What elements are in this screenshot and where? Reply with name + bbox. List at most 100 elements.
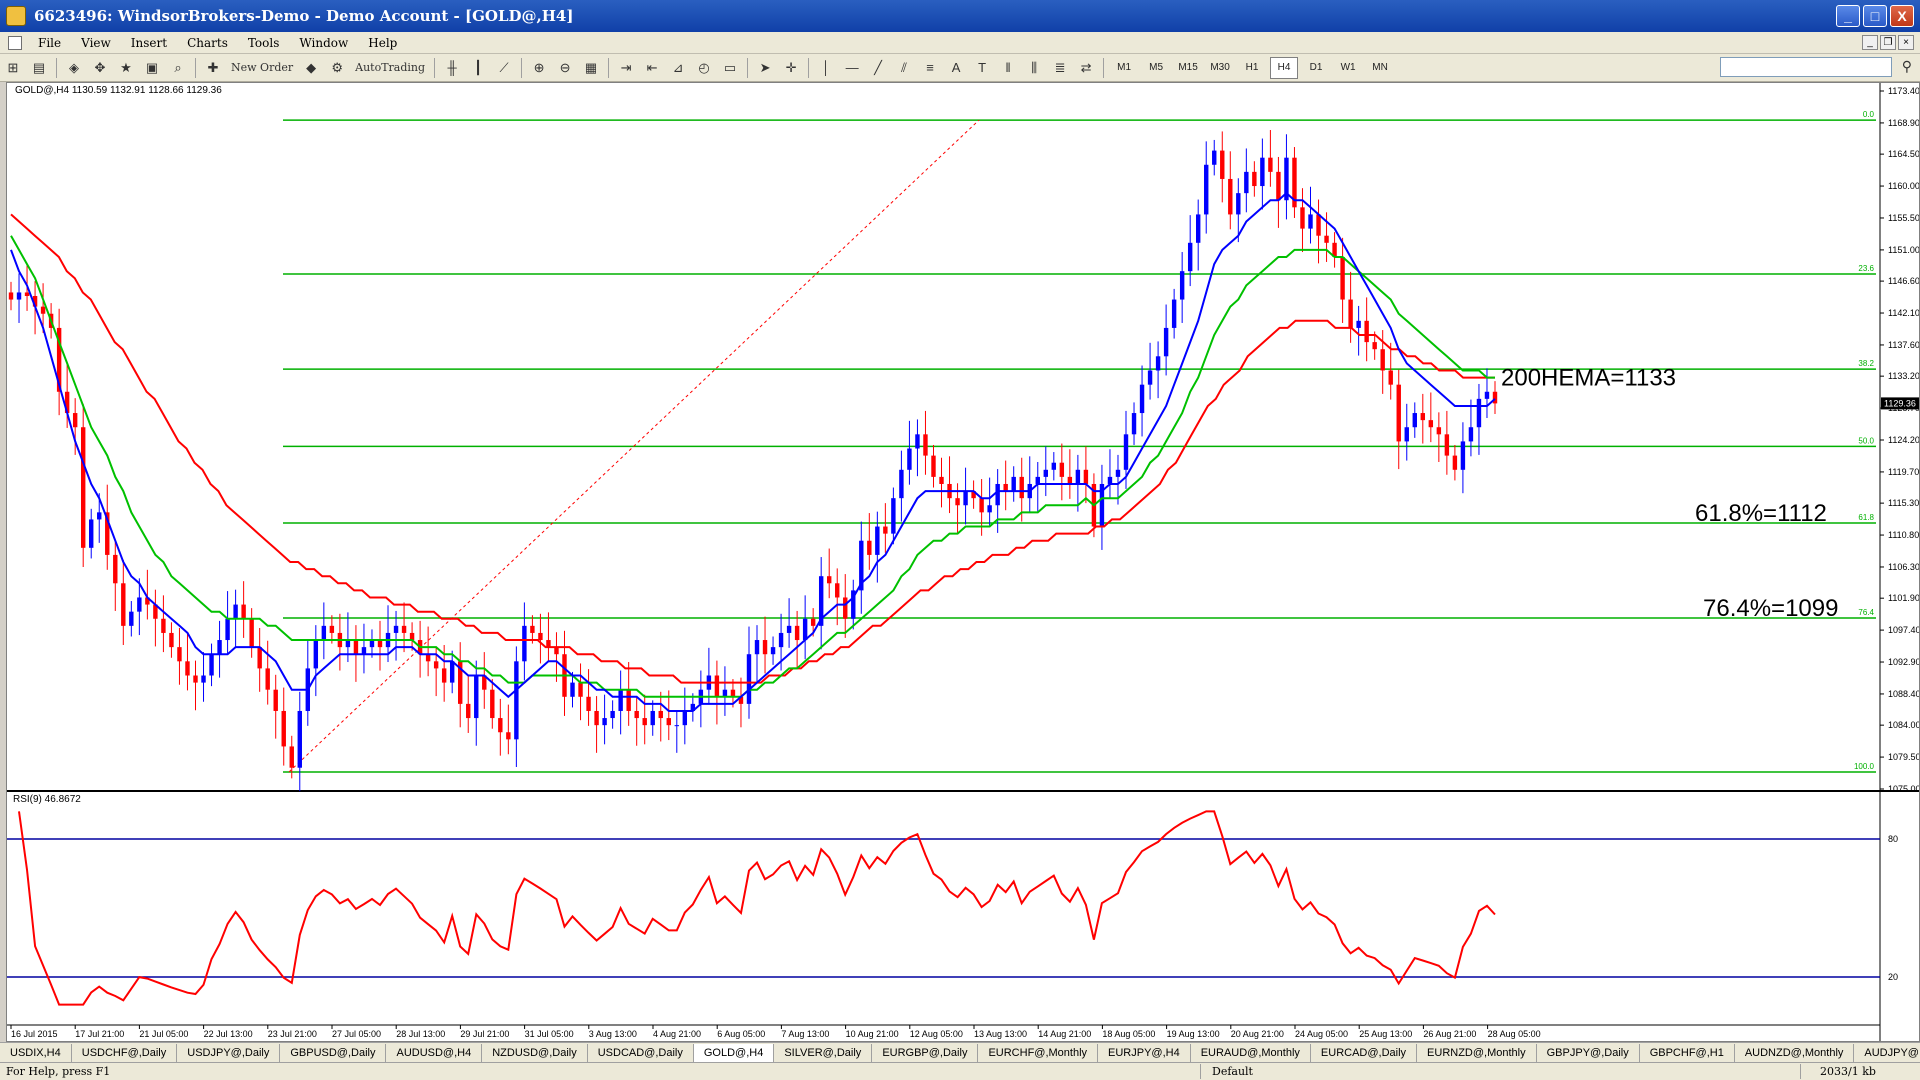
cursor-icon[interactable]: ➤ bbox=[754, 57, 776, 79]
horizontal-line-icon[interactable]: — bbox=[841, 57, 863, 79]
x-tick-label: 23 Jul 21:00 bbox=[268, 1029, 317, 1039]
fib618-annotation: 61.8%=1112 bbox=[1695, 500, 1827, 527]
tf-m15[interactable]: M15 bbox=[1174, 57, 1202, 79]
chart-shift-icon[interactable]: ⇤ bbox=[641, 57, 663, 79]
menu-charts[interactable]: Charts bbox=[177, 36, 238, 50]
chart-tab[interactable]: EURGBP@,Daily bbox=[872, 1043, 979, 1062]
chart-tab[interactable]: EURCHF@,Monthly bbox=[978, 1043, 1099, 1062]
y-tick-label: 1092.90 bbox=[1888, 657, 1919, 667]
market-watch-icon[interactable]: ◈ bbox=[63, 57, 85, 79]
chart-tab[interactable]: EURNZD@,Monthly bbox=[1417, 1043, 1537, 1062]
menu-insert[interactable]: Insert bbox=[121, 36, 177, 50]
profiles-icon[interactable]: ▤ bbox=[28, 57, 50, 79]
maximize-button[interactable]: □ bbox=[1863, 5, 1887, 27]
chart-tab[interactable]: GBPCHF@,H1 bbox=[1640, 1043, 1735, 1062]
chart-tab[interactable]: EURAUD@,Monthly bbox=[1191, 1043, 1311, 1062]
search-input[interactable] bbox=[1720, 57, 1892, 77]
indicators-icon[interactable]: ⊿ bbox=[667, 57, 689, 79]
navigator-icon[interactable]: ✥ bbox=[89, 57, 111, 79]
auto-trading-icon[interactable]: ⚙ bbox=[326, 57, 348, 79]
search-icon[interactable]: ⚲ bbox=[1902, 58, 1912, 75]
tf-d1[interactable]: D1 bbox=[1302, 57, 1330, 79]
text-label-icon[interactable]: T bbox=[971, 57, 993, 79]
auto-trading-button[interactable]: AutoTrading bbox=[352, 57, 428, 79]
chart-tab[interactable]: USDJPY@,Daily bbox=[177, 1043, 281, 1062]
tf-h1[interactable]: H1 bbox=[1238, 57, 1266, 79]
toolbar: ⊞ ▤ ◈ ✥ ★ ▣ ⌕ ✚ New Order ◆ ⚙ AutoTradin… bbox=[0, 54, 1920, 82]
candle-body bbox=[810, 618, 816, 626]
chart-tab[interactable]: GBPJPY@,Daily bbox=[1537, 1043, 1640, 1062]
chart-tab[interactable]: USDIX,H4 bbox=[0, 1043, 72, 1062]
candle-body bbox=[546, 640, 551, 648]
chart-tab[interactable]: GOLD@,H4 bbox=[693, 1043, 775, 1062]
vertical-line-icon[interactable]: │ bbox=[815, 57, 837, 79]
candle-body bbox=[770, 647, 776, 655]
candle-body bbox=[241, 604, 246, 619]
tf-m30[interactable]: M30 bbox=[1206, 57, 1234, 79]
mdi-minimize-button[interactable]: _ bbox=[1862, 35, 1878, 50]
text-icon[interactable]: A bbox=[945, 57, 967, 79]
tf-w1[interactable]: W1 bbox=[1334, 57, 1362, 79]
bar-chart-icon[interactable]: ╫ bbox=[441, 57, 463, 79]
chart-canvas[interactable]: 1173.40 1168.90 1164.50 1160.00 1155.50 1151.… bbox=[7, 83, 1919, 1041]
chart-tab[interactable]: EURJPY@,H4 bbox=[1098, 1043, 1191, 1062]
zoom-out-icon[interactable]: ⊖ bbox=[554, 57, 576, 79]
candle-body bbox=[883, 526, 888, 534]
candle-body bbox=[137, 597, 142, 612]
fibonacci-icon[interactable]: ≡ bbox=[919, 57, 941, 79]
chart-tab[interactable]: GBPUSD@,Daily bbox=[280, 1043, 387, 1062]
candle-body bbox=[554, 647, 559, 655]
menu-view[interactable]: View bbox=[71, 36, 121, 50]
mdi-close-button[interactable]: × bbox=[1898, 35, 1914, 50]
auto-scroll-icon[interactable]: ⇥ bbox=[615, 57, 637, 79]
candle-body bbox=[1179, 271, 1185, 300]
new-chart-icon[interactable]: ⊞ bbox=[2, 57, 24, 79]
menu-tools[interactable]: Tools bbox=[238, 36, 290, 50]
candle-body bbox=[1308, 214, 1313, 229]
chart-tab[interactable]: AUDUSD@,H4 bbox=[386, 1043, 483, 1062]
candle-body bbox=[329, 625, 335, 633]
chart-tab[interactable]: AUDJPY@,Weekly bbox=[1854, 1044, 1920, 1062]
new-order-button[interactable]: New Order bbox=[228, 57, 296, 79]
candle-body bbox=[281, 710, 286, 747]
fib-fan-icon[interactable]: ⫼ bbox=[1023, 57, 1045, 79]
candle-body bbox=[907, 448, 912, 470]
crosshair-icon[interactable]: ✛ bbox=[780, 57, 802, 79]
candlestick-icon[interactable]: ┃ bbox=[467, 57, 489, 79]
gann-icon[interactable]: ‖ bbox=[997, 57, 1019, 79]
candle-body bbox=[642, 718, 647, 726]
equidistant-channel-icon[interactable]: ⫽ bbox=[893, 57, 915, 79]
chart-tab[interactable]: NZDUSD@,Daily bbox=[482, 1043, 588, 1062]
chart-tab[interactable]: AUDNZD@,Monthly bbox=[1735, 1043, 1855, 1062]
chart-tab[interactable]: USDCAD@,Daily bbox=[588, 1043, 694, 1062]
close-button[interactable]: X bbox=[1890, 5, 1914, 27]
templates-icon[interactable]: ▭ bbox=[719, 57, 741, 79]
periods-icon[interactable]: ◴ bbox=[693, 57, 715, 79]
tf-mn[interactable]: MN bbox=[1366, 57, 1394, 79]
tf-m5[interactable]: M5 bbox=[1142, 57, 1170, 79]
y-tick-label: 1101.90 bbox=[1888, 593, 1919, 603]
candle-body bbox=[401, 625, 407, 633]
menu-file[interactable]: File bbox=[28, 36, 71, 50]
arrows-icon[interactable]: ⇄ bbox=[1075, 57, 1097, 79]
chart-tab[interactable]: SILVER@,Daily bbox=[774, 1043, 873, 1062]
zoom-in-icon[interactable]: ⊕ bbox=[528, 57, 550, 79]
menu-help[interactable]: Help bbox=[358, 36, 407, 50]
line-chart-icon[interactable]: ⟋ bbox=[493, 57, 515, 79]
trendline-icon[interactable]: ╱ bbox=[867, 57, 889, 79]
fib-arc-icon[interactable]: ≣ bbox=[1049, 57, 1071, 79]
tf-h4[interactable]: H4 bbox=[1270, 56, 1299, 79]
mdi-restore-button[interactable]: ❐ bbox=[1880, 35, 1896, 50]
meta-editor-icon[interactable]: ◆ bbox=[300, 57, 322, 79]
chart-tab[interactable]: USDCHF@,Daily bbox=[72, 1043, 178, 1062]
tile-windows-icon[interactable]: ▦ bbox=[580, 57, 602, 79]
new-order-icon[interactable]: ✚ bbox=[202, 57, 224, 79]
menu-window[interactable]: Window bbox=[289, 36, 358, 50]
tester-icon[interactable]: ⌕ bbox=[167, 57, 189, 79]
chart-tab[interactable]: EURCAD@,Daily bbox=[1311, 1043, 1418, 1062]
minimize-button[interactable]: _ bbox=[1836, 5, 1860, 27]
tf-m1[interactable]: M1 bbox=[1110, 57, 1138, 79]
terminal-icon[interactable]: ▣ bbox=[141, 57, 163, 79]
favorites-icon[interactable]: ★ bbox=[115, 57, 137, 79]
chart-window[interactable]: 1173.40 1168.90 1164.50 1160.00 1155.50 1151.… bbox=[6, 82, 1920, 1042]
